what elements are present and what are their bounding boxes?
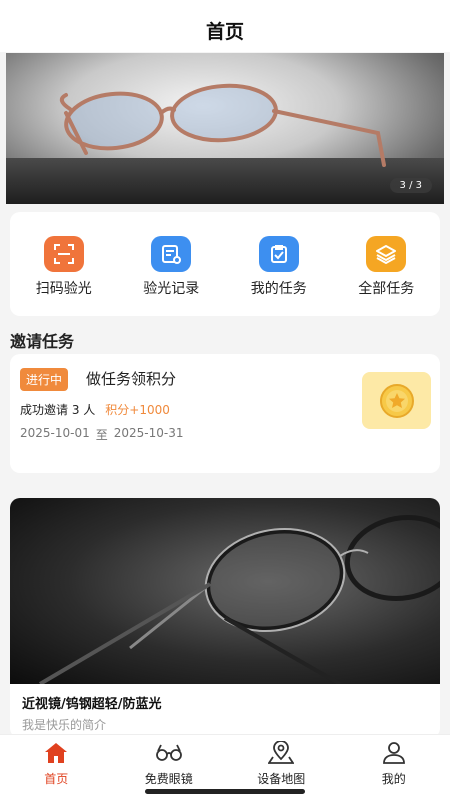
home-icon — [42, 741, 70, 765]
task-invite-row: 成功邀请 3 人 积分+1000 — [20, 401, 170, 418]
quick-action-label: 我的任务 — [250, 281, 307, 297]
quick-action-label: 验光记录 — [143, 281, 200, 297]
map-pin-icon — [267, 741, 295, 765]
glasses-icon — [155, 741, 183, 765]
date-separator: 至 — [95, 428, 108, 442]
invite-section-title: 邀请任务 — [10, 332, 75, 351]
points-reward: 积分+1000 — [105, 403, 170, 417]
record-icon — [151, 236, 192, 272]
task-title: 做任务领积分 — [86, 370, 177, 388]
product-title: 近视镜/钨钢超轻/防蓝光 — [22, 697, 162, 712]
header: 首页 — [0, 0, 450, 52]
eyeglasses-photo-image — [38, 514, 440, 684]
start-date: 2025-10-01 — [20, 426, 90, 440]
user-icon — [380, 741, 408, 765]
all-tasks-button[interactable]: 全部任务 — [333, 212, 441, 316]
end-date: 2025-10-31 — [113, 426, 184, 440]
tab-label: 首页 — [44, 772, 69, 786]
scan-optometry-button[interactable]: 扫码验光 — [10, 212, 118, 316]
banner-carousel[interactable]: 3 / 3 — [6, 53, 444, 204]
glasses-photo-image — [59, 83, 386, 167]
optometry-records-button[interactable]: 验光记录 — [118, 212, 226, 316]
quick-action-label: 扫码验光 — [35, 281, 92, 297]
product-card[interactable]: 近视镜/钨钢超轻/防蓝光 我是快乐的简介 — [10, 498, 440, 738]
home-indicator-bar — [145, 789, 305, 794]
quick-actions-card: 扫码验光 验光记录 我的任务 全部任务 — [10, 212, 440, 316]
banner-page-indicator: 3 / 3 — [389, 178, 432, 193]
task-check-icon — [258, 236, 299, 272]
page-title: 首页 — [205, 20, 244, 43]
task-date-range: 2025-10-01 至 2025-10-31 — [20, 426, 184, 443]
coin-icon — [362, 372, 431, 429]
tab-home[interactable]: 首页 — [0, 735, 113, 800]
invite-task-card[interactable]: 进行中 做任务领积分 成功邀请 3 人 积分+1000 2025-10-01 至… — [10, 354, 440, 473]
tab-label: 设备地图 — [257, 772, 306, 786]
product-description: 我是快乐的简介 — [22, 718, 107, 732]
tab-label: 我的 — [381, 772, 406, 786]
scan-icon — [43, 236, 84, 272]
status-badge: 进行中 — [20, 368, 69, 391]
stack-icon — [366, 236, 407, 272]
my-tasks-button[interactable]: 我的任务 — [225, 212, 333, 316]
invite-count-text: 成功邀请 3 人 — [20, 403, 96, 417]
product-image — [10, 498, 440, 684]
quick-action-label: 全部任务 — [358, 281, 415, 297]
tab-label: 免费眼镜 — [144, 772, 193, 786]
tab-me[interactable]: 我的 — [338, 735, 450, 800]
